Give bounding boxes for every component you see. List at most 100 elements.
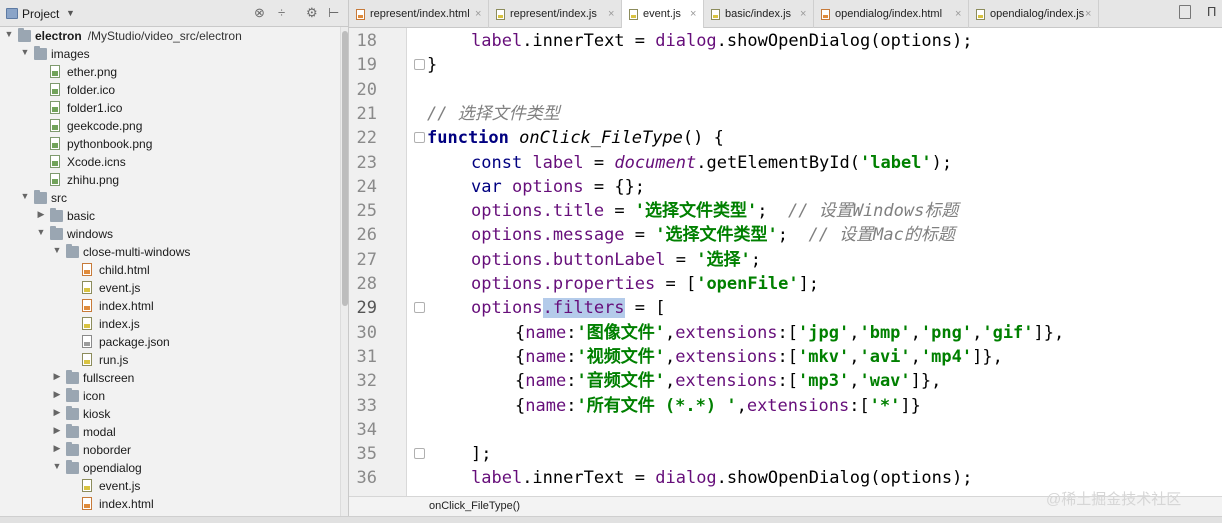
line-number[interactable]: 30 [349,321,377,345]
tree-item[interactable]: ▼ close-multi-windows [0,243,340,261]
code-line-19[interactable]: } [427,53,437,77]
tree-item[interactable]: ▶ icon [0,387,340,405]
close-icon[interactable]: × [475,8,481,20]
code-editor[interactable]: label.innerText = dialog.showOpenDialog(… [427,28,1222,496]
tree-item[interactable]: ▼ images [0,45,340,63]
chevron-down-icon[interactable]: ▼ [20,47,30,57]
tree-item[interactable]: ▶ basic [0,207,340,225]
close-icon[interactable]: × [608,8,614,20]
code-line-26[interactable]: options.message = '选择文件类型'; // 设置Mac的标题 [471,223,955,247]
close-icon[interactable]: × [800,8,806,20]
line-number[interactable]: 32 [349,369,377,393]
tree-item[interactable]: index.html [0,297,340,315]
line-number[interactable]: 22 [349,126,377,150]
editor-tab[interactable]: represent/index.js × [489,0,622,28]
close-icon[interactable]: × [690,8,696,20]
code-line-29[interactable]: options.filters = [ [471,296,666,320]
code-line-22[interactable]: function onClick_FileType() { [427,126,724,150]
code-line-21[interactable]: // 选择文件类型 [427,102,560,126]
code-line-18[interactable]: label.innerText = dialog.showOpenDialog(… [471,29,973,53]
code-line-24[interactable]: var options = {}; [471,175,645,199]
close-icon[interactable]: × [1085,8,1091,20]
chevron-down-icon[interactable]: ▼ [20,191,30,201]
code-line-28[interactable]: options.properties = ['openFile']; [471,272,819,296]
code-line-31[interactable]: {name:'视频文件',extensions:['mkv','avi','mp… [515,345,1003,369]
tree-item[interactable]: ▶ modal [0,423,340,441]
gear-icon[interactable]: ⚙ [306,5,318,21]
tree-item[interactable]: ▶ kiosk [0,405,340,423]
tree-item[interactable]: folder1.ico [0,99,340,117]
chevron-down-icon[interactable]: ▼ [52,461,62,471]
scrollbar-thumb[interactable] [342,31,348,306]
chevron-down-icon[interactable]: ▼ [66,8,75,18]
chevron-right-icon[interactable]: ▶ [52,443,62,454]
tree-item[interactable]: index.html [0,495,340,513]
tree-item[interactable]: run.js [0,351,340,369]
editor-tab[interactable]: basic/index.js × [704,0,814,28]
line-number[interactable]: 18 [349,29,377,53]
close-icon[interactable]: × [955,8,961,20]
tree-item[interactable]: ▶ fullscreen [0,369,340,387]
code-line-33[interactable]: {name:'所有文件 (*.*) ',extensions:['*']} [515,394,921,418]
tab-overflow[interactable]: П [1165,3,1222,23]
project-panel-title[interactable]: Project [22,7,59,21]
tree-item[interactable]: child.html [0,261,340,279]
line-number[interactable]: 31 [349,345,377,369]
tree-item[interactable]: Xcode.icns [0,153,340,171]
tree-item[interactable]: ▼ electron/MyStudio/video_src/electron [0,27,340,45]
hide-icon[interactable]: ⊢ [328,5,339,21]
chevron-down-icon[interactable]: ▼ [52,245,62,255]
chevron-right-icon[interactable]: ▶ [36,209,46,220]
line-number[interactable]: 24 [349,175,377,199]
chevron-right-icon[interactable]: ▶ [52,371,62,382]
fold-marker-icon[interactable] [414,302,425,314]
line-number[interactable]: 27 [349,248,377,272]
chevron-down-icon[interactable]: ▼ [36,227,46,237]
breadcrumb-function[interactable]: onClick_FileType() [429,500,520,512]
line-number[interactable]: 33 [349,394,377,418]
tree-item[interactable]: ▼ opendialog [0,459,340,477]
editor-tab[interactable]: represent/index.html × [349,0,489,28]
tree-item[interactable]: pythonbook.png [0,135,340,153]
tree-item[interactable]: ether.png [0,63,340,81]
line-number[interactable]: 23 [349,151,377,175]
line-number[interactable]: 21 [349,102,377,126]
tree-item[interactable]: ▶ noborder [0,441,340,459]
line-number[interactable]: 25 [349,199,377,223]
code-line-27[interactable]: options.buttonLabel = '选择'; [471,248,761,272]
chevron-right-icon[interactable]: ▶ [52,407,62,418]
line-number[interactable]: 20 [349,78,377,102]
editor-tab[interactable]: event.js × [622,0,704,29]
target-icon[interactable]: ⊗ [254,5,265,21]
fold-marker-icon[interactable] [414,59,425,71]
line-number[interactable]: 36 [349,466,377,490]
tree-item[interactable]: event.js [0,279,340,297]
code-line-36[interactable]: label.innerText = dialog.showOpenDialog(… [471,466,973,490]
line-number[interactable]: 26 [349,223,377,247]
tree-item[interactable]: ▼ windows [0,225,340,243]
line-number[interactable]: 34 [349,418,377,442]
tree-item[interactable]: event.js [0,477,340,495]
editor-tab[interactable]: opendialog/index.js × [969,0,1099,28]
code-line-23[interactable]: const label = document.getElementById('l… [471,151,952,175]
collapse-icon[interactable]: ÷ [278,5,285,20]
editor-tab[interactable]: opendialog/index.html × [814,0,969,28]
tree-item[interactable]: zhihu.png [0,171,340,189]
code-line-35[interactable]: ]; [471,442,491,466]
tree-item[interactable]: folder.ico [0,81,340,99]
line-number[interactable]: 29 [349,296,377,320]
tree-item[interactable]: geekcode.png [0,117,340,135]
line-number[interactable]: 28 [349,272,377,296]
chevron-right-icon[interactable]: ▶ [52,389,62,400]
tree-item[interactable]: package.json [0,333,340,351]
code-line-25[interactable]: options.title = '选择文件类型'; // 设置Windows标题 [471,199,958,223]
line-number[interactable]: 35 [349,442,377,466]
fold-marker-icon[interactable] [414,132,425,144]
chevron-right-icon[interactable]: ▶ [52,425,62,436]
project-scrollbar[interactable] [340,27,348,523]
chevron-down-icon[interactable]: ▼ [4,29,14,39]
tree-item[interactable]: ▼ src [0,189,340,207]
code-line-30[interactable]: {name:'图像文件',extensions:['jpg','bmp','pn… [515,321,1064,345]
line-number[interactable]: 19 [349,53,377,77]
tree-item[interactable]: index.js [0,315,340,333]
